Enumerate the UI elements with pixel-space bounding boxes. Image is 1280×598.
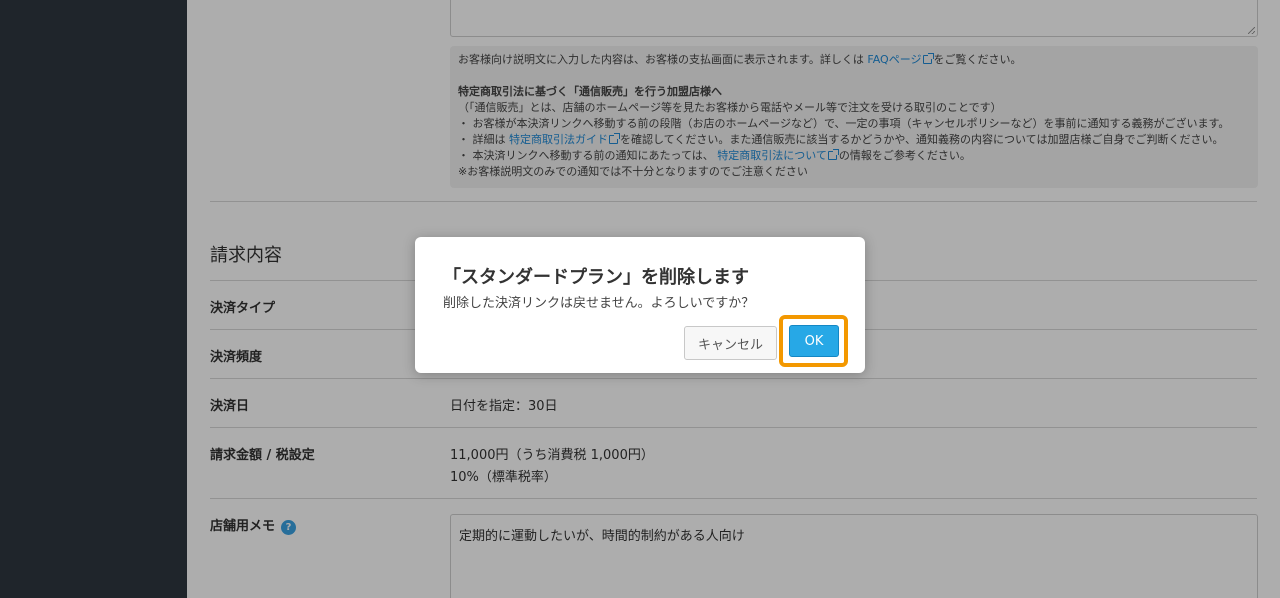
delete-confirm-dialog: 「スタンダードプラン」を削除します 削除した決済リンクは戻せません。よろしいです… [415, 237, 865, 373]
cancel-button[interactable]: キャンセル [684, 326, 777, 360]
dialog-title: 「スタンダードプラン」を削除します [443, 267, 749, 288]
dialog-message: 削除した決済リンクは戻せません。よろしいですか？ [443, 296, 755, 311]
ok-button[interactable]: OK [789, 325, 839, 357]
